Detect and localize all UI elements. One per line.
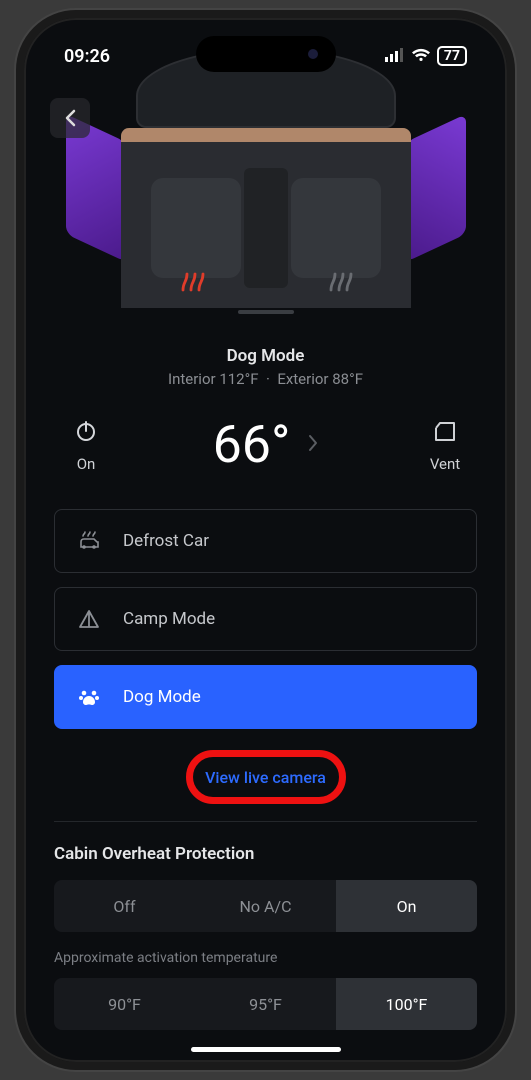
activation-temp-segmented: 90°F 95°F 100°F — [54, 978, 477, 1030]
seat-heat-left-icon — [179, 268, 205, 298]
overheat-off[interactable]: Off — [54, 880, 195, 932]
vent-toggle[interactable]: Vent — [413, 417, 477, 473]
option-defrost[interactable]: Defrost Car — [54, 509, 477, 573]
mode-title: Dog Mode — [54, 346, 477, 366]
view-live-camera-link[interactable]: View live camera — [205, 768, 326, 787]
defrost-icon — [77, 529, 101, 553]
option-label: Defrost Car — [123, 531, 209, 551]
back-button[interactable] — [50, 98, 90, 138]
vent-icon — [431, 417, 459, 445]
overheat-sublabel: Approximate activation temperature — [54, 950, 477, 966]
temperature-control[interactable]: 66° — [213, 414, 319, 475]
environment-temps: Interior 112°F · Exterior 88°F — [54, 370, 477, 388]
drag-handle[interactable] — [238, 310, 294, 314]
overheat-noac[interactable]: No A/C — [195, 880, 336, 932]
status-time: 09:26 — [64, 46, 110, 67]
divider — [54, 821, 477, 822]
dynamic-island — [196, 36, 336, 72]
overheat-segmented: Off No A/C On — [54, 880, 477, 932]
seat-heat-right-icon — [327, 268, 353, 298]
home-indicator[interactable] — [191, 1047, 341, 1052]
option-label: Camp Mode — [123, 609, 215, 629]
cellular-icon — [385, 46, 405, 67]
overheat-title: Cabin Overheat Protection — [54, 844, 477, 864]
option-camp[interactable]: Camp Mode — [54, 587, 477, 651]
tent-icon — [77, 607, 101, 631]
wifi-icon — [411, 46, 431, 67]
option-label: Dog Mode — [123, 687, 201, 707]
temp-100[interactable]: 100°F — [336, 978, 477, 1030]
power-icon — [72, 417, 100, 445]
phone-frame: 09:26 77 Dog Mode Interior 112°F · Exter… — [16, 10, 515, 1070]
power-toggle[interactable]: On — [54, 417, 118, 473]
chevron-right-icon — [308, 434, 318, 456]
paw-icon — [77, 685, 101, 709]
camera-dot-icon — [308, 49, 318, 59]
option-dog[interactable]: Dog Mode — [54, 665, 477, 729]
battery-indicator: 77 — [437, 46, 467, 66]
chevron-left-icon — [64, 109, 76, 127]
temperature-value: 66° — [213, 414, 291, 475]
temp-90[interactable]: 90°F — [54, 978, 195, 1030]
temp-95[interactable]: 95°F — [195, 978, 336, 1030]
overheat-on[interactable]: On — [336, 880, 477, 932]
